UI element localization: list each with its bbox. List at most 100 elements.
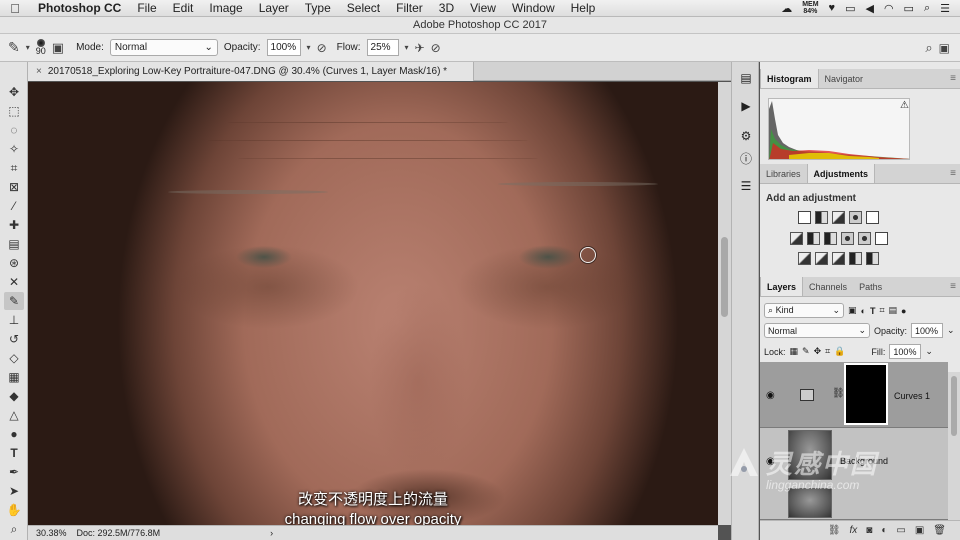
search-icon[interactable]: ⌕	[925, 40, 932, 56]
crop-tool-icon[interactable]: ⌗	[4, 159, 24, 177]
gradient-tool-icon[interactable]: ▦	[4, 368, 24, 386]
marquee-tool-icon[interactable]: ⬚	[4, 102, 24, 120]
airbrush-icon[interactable]: ✈	[415, 41, 425, 55]
menu-file[interactable]: File	[129, 1, 164, 15]
volume-icon[interactable]: ◀	[865, 2, 873, 15]
lock-transparency-icon[interactable]: ▦	[790, 346, 799, 357]
eyedropper-tool-icon[interactable]: ⁄	[4, 197, 24, 215]
brush-tool-preset-icon[interactable]: ✎	[8, 39, 20, 56]
history-panel-icon[interactable]: ▤	[738, 70, 754, 86]
spotlight-icon[interactable]: ⌕	[924, 2, 930, 15]
filter-adjustment-icon[interactable]: ◐	[861, 306, 866, 316]
airplay-icon[interactable]: ▭	[845, 2, 855, 15]
new-layer-icon[interactable]: ▣	[915, 525, 924, 536]
memory-meter[interactable]: MEM 84%	[802, 1, 818, 15]
opacity-dropdown-icon[interactable]: ▾	[307, 43, 311, 52]
black-white-icon[interactable]	[824, 232, 837, 245]
filter-toggle-icon[interactable]: ●	[901, 306, 906, 316]
opacity-input[interactable]: 100%	[266, 39, 301, 56]
layer-mask-thumbnail[interactable]	[844, 363, 888, 425]
zoom-level[interactable]: 30.38%	[36, 528, 67, 538]
delete-layer-icon[interactable]: 🗑	[933, 525, 946, 536]
path-selection-tool-icon[interactable]: ➤	[4, 482, 24, 500]
frame-tool-icon[interactable]: ⊠	[4, 178, 24, 196]
add-mask-icon[interactable]: ◙	[866, 525, 872, 536]
lasso-tool-icon[interactable]: ◌	[4, 121, 24, 139]
link-layers-icon[interactable]: ⛓	[828, 525, 841, 536]
move-tool-icon[interactable]: ✥	[4, 83, 24, 101]
tab-paths[interactable]: Paths	[853, 277, 888, 296]
panel-menu-icon[interactable]: ≡	[950, 277, 956, 297]
wifi-icon[interactable]: ◠	[884, 2, 894, 15]
chevron-down-icon[interactable]: ⌄	[925, 346, 933, 357]
selective-color-icon[interactable]	[849, 252, 862, 265]
tab-libraries[interactable]: Libraries	[760, 164, 807, 183]
invert-icon[interactable]	[798, 252, 811, 265]
menu-edit[interactable]: Edit	[165, 1, 202, 15]
new-adjustment-icon[interactable]: ◐	[881, 525, 887, 536]
filter-pixel-icon[interactable]: ▣	[848, 305, 857, 316]
tab-layers[interactable]: Layers	[760, 277, 804, 296]
hue-saturation-icon[interactable]	[790, 232, 803, 245]
curves-icon[interactable]	[832, 211, 845, 224]
red-eye-tool-icon[interactable]: ⊛	[4, 254, 24, 272]
clone-stamp-tool-icon[interactable]: ⊥	[4, 311, 24, 329]
menu-window[interactable]: Window	[504, 1, 563, 15]
eye-icon[interactable]: ◉	[766, 390, 775, 401]
menu-image[interactable]: Image	[201, 1, 250, 15]
lock-position-icon[interactable]: ✥	[814, 346, 822, 357]
exposure-icon[interactable]	[849, 211, 862, 224]
tab-channels[interactable]: Channels	[803, 277, 853, 296]
filter-shape-icon[interactable]: ⌗	[879, 305, 884, 316]
warning-icon[interactable]: ⚠	[900, 100, 909, 111]
menu-view[interactable]: View	[462, 1, 504, 15]
burn-tool-icon[interactable]: ●	[4, 425, 24, 443]
info-panel-icon[interactable]: ⓘ	[738, 150, 754, 166]
vibrance-icon[interactable]	[866, 211, 879, 224]
channel-mixer-icon[interactable]	[858, 232, 871, 245]
workspace-switcher-icon[interactable]: ▣	[939, 41, 950, 55]
zoom-tool-icon[interactable]: ⌕	[4, 520, 24, 538]
menu-3d[interactable]: 3D	[431, 1, 462, 15]
chain-link-icon[interactable]: ⛓	[832, 388, 845, 399]
lock-all-icon[interactable]: 🔒	[834, 346, 845, 357]
apple-icon[interactable]: 	[0, 1, 30, 16]
pulse-icon[interactable]: ♥	[829, 2, 836, 14]
brightness-contrast-icon[interactable]	[798, 211, 811, 224]
layer-opacity-input[interactable]: 100%	[911, 323, 944, 338]
flow-input[interactable]: 25%	[366, 39, 399, 56]
brush-tool-icon[interactable]: ✎	[4, 292, 24, 310]
close-icon[interactable]: ×	[36, 66, 42, 77]
layer-kind-filter[interactable]: ⌕ Kind ⌄	[764, 303, 844, 318]
filter-smart-object-icon[interactable]: ▤	[889, 305, 898, 316]
document-tab[interactable]: × 20170518_Exploring Low-Key Portraiture-…	[28, 62, 474, 81]
menu-type[interactable]: Type	[297, 1, 339, 15]
tab-navigator[interactable]: Navigator	[819, 69, 870, 88]
properties-panel-icon[interactable]: ⚙	[738, 128, 754, 144]
dodge-tool-icon[interactable]: △	[4, 406, 24, 424]
status-menu-arrow[interactable]: ›	[270, 528, 273, 538]
brush-preset-picker[interactable]: 90	[36, 39, 46, 56]
patch-tool-icon[interactable]: ▤	[4, 235, 24, 253]
lock-artboard-icon[interactable]: ⌗	[825, 346, 830, 357]
menu-help[interactable]: Help	[563, 1, 604, 15]
healing-brush-tool-icon[interactable]: ✚	[4, 216, 24, 234]
blend-mode-select[interactable]: Normal ⌄	[764, 323, 870, 338]
mode-select[interactable]: Normal ⌄	[109, 39, 218, 56]
color-lookup-icon[interactable]	[875, 232, 888, 245]
content-aware-move-tool-icon[interactable]: ✕	[4, 273, 24, 291]
scrollbar-thumb[interactable]	[951, 376, 957, 436]
history-brush-tool-icon[interactable]: ↺	[4, 330, 24, 348]
chevron-down-icon[interactable]: ▾	[26, 43, 30, 52]
menu-filter[interactable]: Filter	[388, 1, 431, 15]
actions-panel-icon[interactable]: ▶	[738, 98, 754, 114]
layer-style-icon[interactable]: fx	[850, 525, 858, 536]
brush-panel-toggle-icon[interactable]: ▣	[52, 40, 64, 56]
menu-layer[interactable]: Layer	[251, 1, 297, 15]
battery-icon[interactable]: ▭	[904, 2, 914, 15]
notification-center-icon[interactable]: ☰	[940, 2, 950, 15]
new-group-icon[interactable]: ▭	[896, 525, 905, 536]
creative-cloud-icon[interactable]: ☁	[781, 2, 792, 15]
posterize-icon[interactable]	[815, 252, 828, 265]
tab-adjustments[interactable]: Adjustments	[806, 164, 876, 183]
